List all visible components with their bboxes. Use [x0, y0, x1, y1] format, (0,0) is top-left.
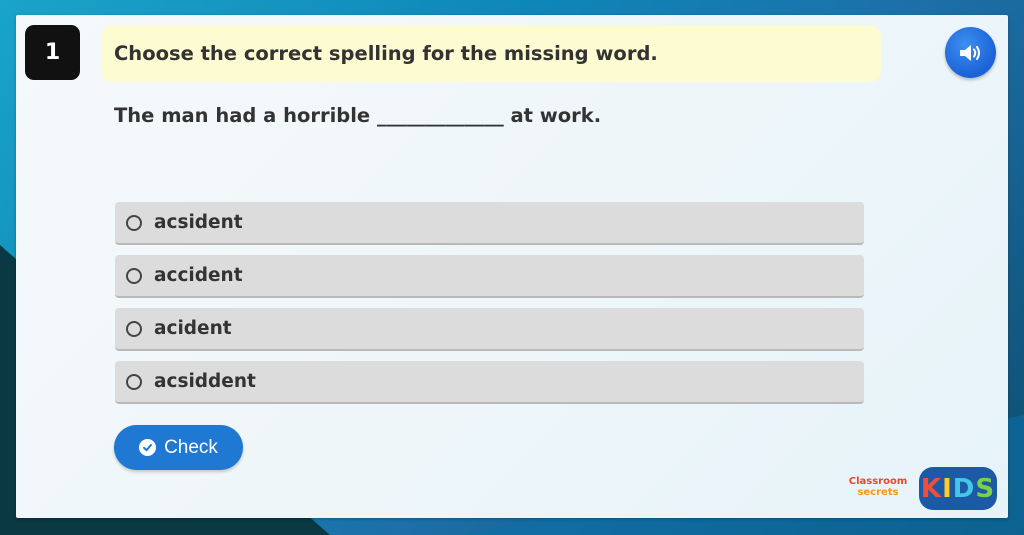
sentence-blank: _____________ [376, 104, 504, 127]
question-number-badge: 1 [25, 25, 80, 80]
instruction-text: Choose the correct spelling for the miss… [114, 42, 658, 65]
option-label: accident [154, 265, 243, 286]
answer-option[interactable]: acsident [115, 202, 864, 245]
sentence-after: at work. [503, 104, 602, 127]
audio-button[interactable] [945, 27, 996, 78]
radio-button[interactable] [126, 320, 142, 337]
kids-logo: KIDS [919, 467, 997, 510]
radio-button[interactable] [126, 267, 142, 284]
radio-button[interactable] [126, 373, 142, 390]
answer-option[interactable]: acsiddent [115, 361, 864, 404]
check-button[interactable]: Check [114, 425, 243, 470]
option-label: acsiddent [154, 371, 256, 392]
option-label: acident [154, 318, 232, 339]
answer-option[interactable]: accident [115, 255, 864, 298]
check-button-label: Check [164, 436, 218, 458]
question-sentence: The man had a horrible _____________ at … [114, 104, 601, 127]
sentence-before: The man had a horrible [114, 104, 377, 127]
answer-options: acsident accident acident acsiddent [115, 202, 864, 414]
option-label: acsident [154, 212, 243, 233]
speaker-icon [959, 44, 980, 61]
checkmark-circle-icon [139, 439, 157, 456]
radio-button[interactable] [126, 214, 142, 231]
logo-kids-letter: S [975, 473, 996, 504]
logo-kids-letter: K [920, 473, 943, 504]
answer-option[interactable]: acident [115, 308, 864, 351]
logo-kids-letter: D [952, 473, 976, 504]
logo-classroom-text: Classroom [848, 476, 908, 487]
question-instruction: Choose the correct spelling for the miss… [101, 25, 881, 82]
logo-kids-letter: I [942, 473, 953, 504]
classroom-secrets-logo: Classroom secrets [841, 476, 915, 502]
logo-secrets-text: secrets [857, 487, 899, 498]
